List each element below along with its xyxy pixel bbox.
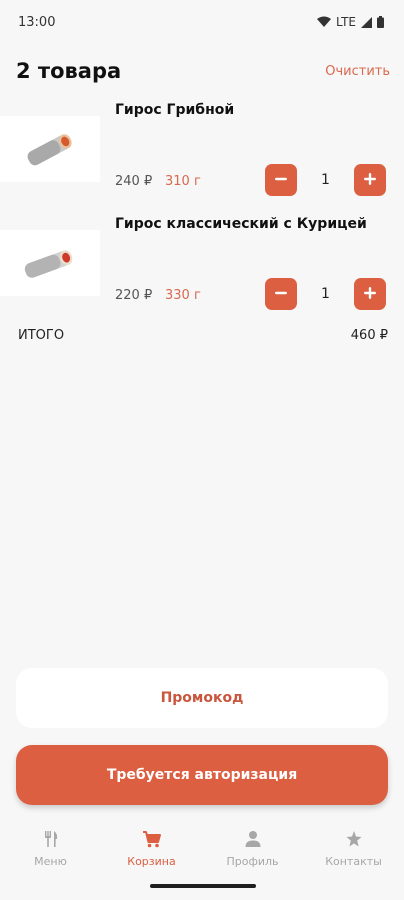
promo-code-label: Промокод: [160, 690, 244, 706]
signal-icon: [361, 16, 372, 28]
nav-label-menu: Меню: [34, 855, 67, 868]
total-label: ИТОГО: [18, 327, 65, 343]
item-price: 220 ₽: [115, 288, 153, 303]
battery-icon: [377, 16, 384, 28]
minus-icon: [274, 171, 288, 190]
item-name: Гирос классический с Курицей: [115, 216, 367, 232]
quantity-value: 1: [321, 286, 330, 302]
decrease-quantity-button[interactable]: [265, 164, 297, 196]
nav-label-contacts: Контакты: [325, 855, 382, 868]
cart-header: 2 товара Очистить: [16, 54, 390, 88]
plus-icon: [363, 171, 377, 190]
authorization-required-button[interactable]: Требуется авторизация: [16, 745, 388, 805]
bottom-nav: Меню Корзина Профиль Контакты: [0, 820, 404, 880]
status-time: 13:00: [18, 14, 56, 30]
plus-icon: [363, 285, 377, 304]
gyros-wrap-image: [0, 116, 100, 182]
item-name: Гирос Грибной: [115, 102, 235, 118]
minus-icon: [274, 285, 288, 304]
cart-item: Гирос классический с Курицей 220 ₽ 330 г…: [0, 216, 404, 324]
pin-icon: [345, 830, 363, 851]
fork-knife-icon: [42, 830, 60, 851]
nav-item-menu[interactable]: Меню: [6, 830, 96, 868]
decrease-quantity-button[interactable]: [265, 278, 297, 310]
nav-item-contacts[interactable]: Контакты: [309, 830, 399, 868]
total-value: 460 ₽: [350, 327, 388, 343]
clear-cart-button[interactable]: Очистить: [325, 64, 390, 79]
status-bar: 13:00 LTE: [0, 0, 404, 44]
increase-quantity-button[interactable]: [354, 164, 386, 196]
increase-quantity-button[interactable]: [354, 278, 386, 310]
status-icons: LTE: [317, 15, 384, 29]
gyros-wrap-image: [0, 230, 100, 296]
cart-item: Гирос Грибной 240 ₽ 310 г 1: [0, 102, 404, 210]
person-icon: [244, 830, 262, 851]
home-indicator[interactable]: [150, 884, 256, 888]
nav-item-cart[interactable]: Корзина: [107, 830, 197, 868]
quantity-value: 1: [321, 172, 330, 188]
total-row: ИТОГО 460 ₽: [18, 324, 388, 346]
cart-icon: [142, 830, 162, 851]
nav-item-profile[interactable]: Профиль: [208, 830, 298, 868]
network-label: LTE: [336, 15, 356, 29]
nav-label-cart: Корзина: [127, 855, 176, 868]
promo-code-button[interactable]: Промокод: [16, 668, 388, 728]
item-weight: 330 г: [165, 288, 201, 303]
nav-label-profile: Профиль: [226, 855, 279, 868]
page-title: 2 товара: [16, 59, 122, 83]
item-weight: 310 г: [165, 174, 201, 189]
authorization-label: Требуется авторизация: [106, 767, 298, 783]
wifi-icon: [317, 16, 332, 28]
item-price: 240 ₽: [115, 174, 153, 189]
